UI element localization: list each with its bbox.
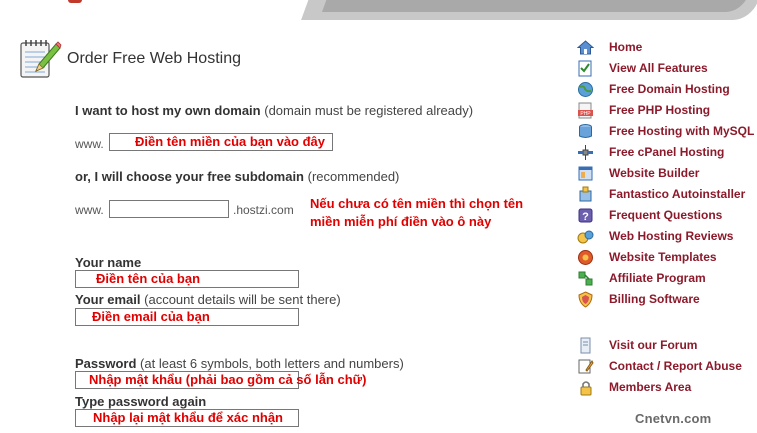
email-label-text: Your email [75, 292, 141, 307]
sidebar-item-label: Free cPanel Hosting [609, 145, 725, 159]
satellite-icon [577, 144, 594, 161]
header-decoration-inner [321, 0, 750, 12]
reviews-icon [577, 228, 594, 245]
own-domain-label: I want to host my own domain (domain mus… [75, 103, 473, 118]
affiliate-icon [577, 270, 594, 287]
sidebar-item-label: View All Features [609, 61, 708, 75]
own-domain-note: (domain must be registered already) [264, 103, 474, 118]
question-icon: ? [577, 207, 594, 224]
database-icon [577, 123, 594, 140]
name-label-text: Your name [75, 255, 142, 270]
name-input[interactable]: Điền tên của bạn [75, 270, 299, 288]
name-label: Your name [75, 255, 141, 270]
globe-icon [577, 81, 594, 98]
sidebar-item-label: Web Hosting Reviews [609, 229, 734, 243]
sidebar-item-website-builder[interactable]: Website Builder [575, 165, 757, 183]
sidebar-item-forum[interactable]: Visit our Forum [575, 337, 757, 355]
sidebar-item-label: Free Domain Hosting [609, 82, 730, 96]
sidebar-item-label: Fantastico Autoinstaller [609, 187, 746, 201]
sidebar-item-templates[interactable]: Website Templates [575, 249, 757, 267]
own-domain-input-value: Điền tên miền của bạn vào đây [135, 134, 325, 149]
sidebar-item-cpanel-hosting[interactable]: Free cPanel Hosting [575, 144, 757, 162]
subdomain-hint-line1: Nếu chưa có tên miền thì chọn tên [310, 196, 524, 211]
name-input-value: Điền tên của bạn [96, 271, 201, 286]
shield-icon [577, 291, 594, 308]
subdomain-input[interactable] [109, 200, 229, 218]
sidebar-item-label: Affiliate Program [609, 271, 706, 285]
subdomain-note: (recommended) [307, 169, 400, 184]
password-label-text: Password [75, 356, 137, 371]
sidebar-item-home[interactable]: Home [575, 39, 757, 57]
sidebar-item-label: Home [609, 40, 643, 54]
sidebar-item-members[interactable]: Members Area [575, 379, 757, 397]
email-input[interactable]: Điền email của bạn [75, 308, 299, 326]
password-again-input-value: Nhập lại mật khẩu để xác nhận [93, 410, 283, 425]
sidebar-item-label: Contact / Report Abuse [609, 359, 742, 373]
header-accent [68, 0, 82, 3]
sidebar-item-mysql-hosting[interactable]: Free Hosting with MySQL [575, 123, 757, 141]
page-title: Order Free Web Hosting [67, 50, 241, 67]
home-icon [576, 39, 595, 56]
own-domain-input[interactable]: Điền tên miền của bạn vào đây [109, 133, 333, 151]
forum-icon [577, 337, 594, 354]
sidebar-item-php-hosting[interactable]: PHP Free PHP Hosting [575, 102, 757, 120]
email-note: (account details will be sent there) [144, 292, 341, 307]
email-input-value: Điền email của bạn [92, 309, 210, 324]
password-again-label-text: Type password again [75, 394, 207, 409]
subdomain-label-text: or, I will choose your free subdomain [75, 169, 304, 184]
installer-icon [577, 186, 594, 203]
password-again-label: Type password again [75, 394, 206, 409]
watermark: Cnetvn.com [635, 411, 712, 426]
blocks-icon [577, 165, 594, 182]
subdomain-hint-line2: miền miễn phí điền vào ô này [310, 214, 492, 229]
own-domain-prefix: www. [75, 137, 104, 151]
top-header [0, 0, 757, 22]
sidebar-item-label: Visit our Forum [609, 338, 698, 352]
sidebar-item-label: Free Hosting with MySQL [609, 124, 755, 138]
sidebar-item-label: Website Builder [609, 166, 700, 180]
sidebar-item-reviews[interactable]: Web Hosting Reviews [575, 228, 757, 246]
sidebar-item-fantastico[interactable]: Fantastico Autoinstaller [575, 186, 757, 204]
password-label: Password (at least 6 symbols, both lette… [75, 356, 404, 371]
sidebar-item-label: Members Area [609, 380, 692, 394]
sidebar-item-label: Billing Software [609, 292, 700, 306]
sidebar-item-contact[interactable]: Contact / Report Abuse [575, 358, 757, 376]
subdomain-hint: Nếu chưa có tên miền thì chọn tên miền m… [310, 195, 523, 231]
email-label: Your email (account details will be sent… [75, 292, 341, 307]
sidebar-item-faq[interactable]: ? Frequent Questions [575, 207, 757, 225]
sidebar-item-features[interactable]: View All Features [575, 60, 757, 78]
sidebar-item-label: Frequent Questions [609, 208, 723, 222]
svg-text:PHP: PHP [580, 111, 591, 117]
members-icon [577, 379, 594, 396]
notepad-pencil-icon [18, 38, 62, 80]
checklist-icon [577, 60, 594, 77]
subdomain-prefix: www. [75, 203, 104, 217]
svg-text:?: ? [582, 211, 589, 223]
sidebar-item-label: Free PHP Hosting [609, 103, 711, 117]
password-note: (at least 6 symbols, both letters and nu… [140, 356, 404, 371]
template-icon [577, 249, 594, 266]
php-file-icon: PHP [577, 102, 594, 119]
own-domain-label-text: I want to host my own domain [75, 103, 261, 118]
contact-icon [577, 358, 594, 375]
subdomain-suffix: .hostzi.com [233, 203, 294, 217]
sidebar-item-label: Website Templates [609, 250, 717, 264]
sidebar-item-domain-hosting[interactable]: Free Domain Hosting [575, 81, 757, 99]
password-input[interactable]: Nhập mật khẩu (phải bao gồm cả số lẫn ch… [75, 371, 366, 389]
sidebar-item-billing[interactable]: Billing Software [575, 291, 757, 309]
subdomain-label: or, I will choose your free subdomain (r… [75, 169, 399, 184]
password-input-value: Nhập mật khẩu (phải bao gồm cả số lẫn ch… [89, 372, 367, 387]
password-again-input[interactable]: Nhập lại mật khẩu để xác nhận [75, 409, 299, 427]
sidebar-item-affiliate[interactable]: Affiliate Program [575, 270, 757, 288]
